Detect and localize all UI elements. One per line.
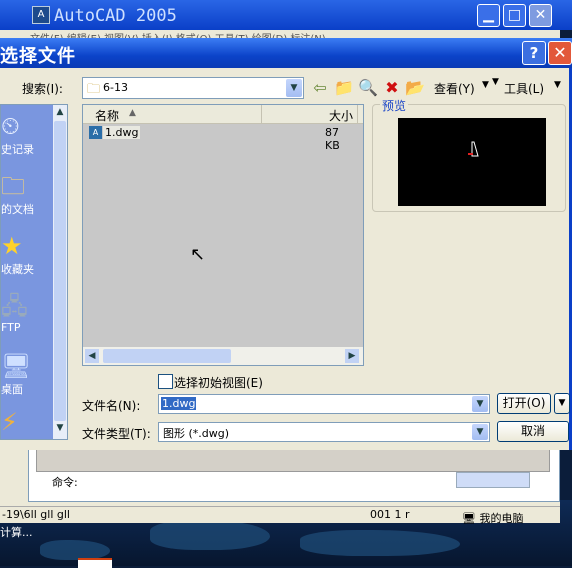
tools-dropdown-icon[interactable]: ▼ [492, 77, 499, 87]
autocad-title-bar: A AutoCAD 2005 ▁ □ ✕ [0, 0, 572, 30]
place-my-documents[interactable]: 🗀 的文档 [1, 171, 53, 217]
cancel-button[interactable]: 取消 [497, 421, 569, 442]
my-computer-text: 我的电脑 [479, 512, 524, 525]
close-icon[interactable]: ✕ [529, 4, 552, 27]
search-location-value: 6-13 [103, 81, 128, 94]
place-desktop[interactable]: 🖥 桌面 [1, 351, 53, 397]
initial-view-checkbox[interactable] [158, 374, 173, 389]
computer-icon: 🖥 [462, 512, 476, 525]
search-web-icon[interactable]: 🔍 [358, 78, 378, 98]
maximize-button[interactable]: □ [503, 4, 526, 27]
view-menu[interactable]: 查看(Y) [434, 80, 475, 97]
command-scrollbar[interactable] [456, 472, 530, 488]
file-list-header: 名称 ▲ 大小 [83, 105, 363, 124]
status-indicators: 001 1 r [370, 508, 410, 521]
place-favorites[interactable]: ★ 收藏夹 [1, 231, 53, 277]
file-name: 1.dwg [103, 126, 141, 139]
tools-chevron-icon[interactable]: ▼ [554, 80, 561, 90]
dialog-title-bar: 选择文件 ? ✕ [0, 38, 572, 68]
initial-view-label: 选择初始视图(E) [174, 376, 263, 390]
my-computer-label: 🖥 我的电脑 [462, 510, 523, 526]
filetype-value: 图形 (*.dwg) [163, 427, 230, 440]
scroll-right-icon[interactable]: ▶ [345, 349, 359, 363]
chevron-down-icon[interactable]: ▼ [472, 424, 488, 440]
up-folder-icon[interactable]: 📁 [334, 78, 354, 98]
ftp-icon: 🖧 [1, 292, 28, 320]
minimize-button[interactable]: ▁ [477, 4, 500, 27]
preview-label: 预览 [380, 97, 409, 114]
place-ftp[interactable]: 🖧 FTP [1, 291, 53, 334]
buzzsaw-icon: ⚡ [1, 408, 18, 436]
history-icon: ⏲ [1, 112, 20, 140]
column-divider [261, 105, 262, 123]
help-button[interactable]: ? [522, 41, 546, 65]
filename-label: 文件名(N): [82, 399, 141, 413]
preview-image [398, 118, 546, 206]
my-documents-icon: 🗀 [1, 172, 25, 200]
column-divider [357, 105, 358, 123]
mouse-cursor-icon: ↖ [190, 244, 206, 265]
favorites-icon: ★ [1, 232, 23, 260]
column-name[interactable]: 名称 [95, 107, 119, 124]
scroll-left-icon[interactable]: ◀ [85, 349, 99, 363]
calc-status: 计算... [0, 526, 33, 539]
open-button[interactable]: 打开(O) [497, 393, 551, 414]
view-dropdown-icon[interactable]: ▼ [482, 80, 489, 90]
desktop-icon: 🖥 [1, 352, 32, 380]
place-history[interactable]: ⏲ 史记录 [1, 111, 53, 157]
file-list-hscrollbar[interactable]: ◀ ▶ [83, 347, 363, 365]
tools-menu[interactable]: 工具(L) [504, 80, 544, 97]
command-history [36, 448, 550, 472]
autocad-app-icon: A [32, 6, 50, 24]
place-buzzsaw[interactable]: ⚡ [1, 407, 53, 437]
table-row[interactable]: A 1.dwg 87 KB [87, 125, 357, 152]
search-label: 搜索(I): [22, 82, 63, 96]
scroll-up-icon[interactable]: ▲ [54, 107, 66, 119]
places-bar: ⏲ 史记录 🗀 的文档 ★ 收藏夹 🖧 FTP 🖥 桌面 ⚡ ▲ ▼ [0, 104, 68, 440]
chevron-down-icon[interactable]: ▼ [286, 79, 302, 97]
sort-ascending-icon: ▲ [129, 108, 136, 118]
places-scroll-thumb[interactable] [54, 121, 66, 421]
preview-drawing [468, 141, 479, 157]
chevron-down-icon[interactable]: ▼ [472, 396, 488, 412]
file-size: 87 KB [325, 126, 340, 152]
dwg-file-icon: A [89, 126, 102, 139]
hscroll-thumb[interactable] [103, 349, 231, 363]
command-prompt: 命令: [52, 476, 78, 489]
open-dropdown-icon[interactable]: ▼ [554, 393, 570, 414]
filetype-label: 文件类型(T): [82, 427, 151, 441]
folder-icon: 🗀 [87, 82, 101, 97]
places-scrollbar[interactable]: ▲ ▼ [53, 105, 67, 439]
delete-icon[interactable]: ✖ [382, 78, 402, 98]
dialog-close-button[interactable]: ✕ [548, 41, 572, 65]
filename-input[interactable]: 1.dwg ▼ [158, 394, 490, 414]
taskbar-button[interactable] [78, 558, 112, 568]
scroll-down-icon[interactable]: ▼ [54, 423, 66, 435]
column-size[interactable]: 大小 [329, 107, 353, 124]
filetype-select[interactable]: 图形 (*.dwg) ▼ [158, 422, 490, 442]
dialog-title: 选择文件 [0, 46, 76, 67]
search-location-combo[interactable]: 🗀 6-13 ▼ [82, 77, 304, 99]
file-list[interactable]: 名称 ▲ 大小 A 1.dwg 87 KB ◀ ▶ [82, 104, 364, 366]
autocad-title: AutoCAD 2005 [54, 6, 177, 26]
filename-value: 1.dwg [161, 397, 197, 410]
back-icon[interactable]: ⇦ [310, 78, 330, 98]
new-folder-icon[interactable]: 📂 [405, 78, 425, 98]
status-coordinates: -19\6ll gll gll [2, 508, 70, 521]
